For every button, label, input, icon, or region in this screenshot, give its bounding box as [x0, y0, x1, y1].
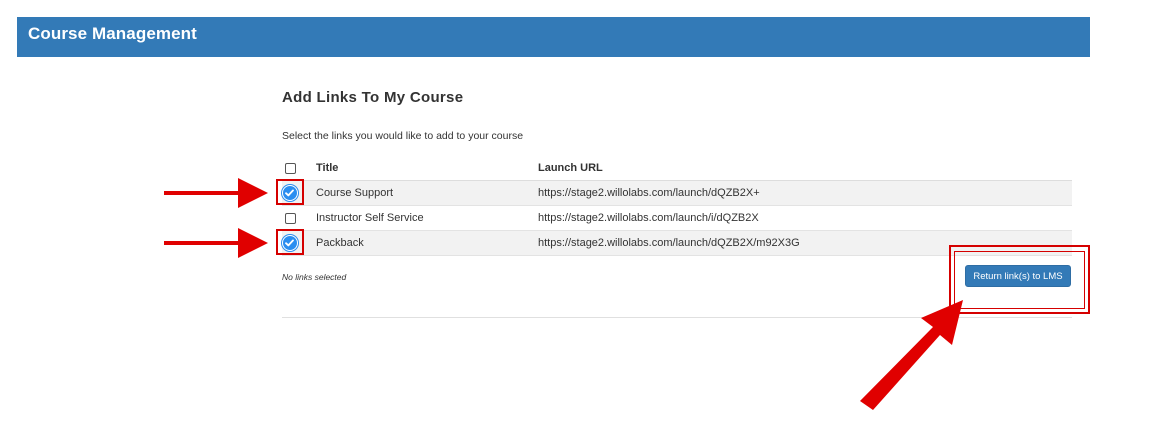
table-row[interactable]: Course Support https://stage2.willolabs.…: [282, 180, 1072, 206]
launch-url-column-header: Launch URL: [538, 156, 1072, 181]
checkbox-icon[interactable]: [285, 212, 296, 224]
app-title: Course Management: [28, 24, 197, 43]
row-launch-url: https://stage2.willolabs.com/launch/i/dQ…: [538, 212, 759, 224]
highlight-box-button-inner: [954, 251, 1085, 309]
links-table: Title Launch URL Course Support https://…: [282, 156, 1072, 256]
title-column-header: Title: [316, 156, 538, 181]
table-row[interactable]: Instructor Self Service https://stage2.w…: [282, 206, 1072, 231]
app-header: Course Management: [17, 17, 1090, 57]
highlight-box-row1: [276, 179, 304, 205]
arrow-icon: [164, 228, 268, 258]
select-all-checkbox[interactable]: [285, 162, 296, 174]
row-launch-url: https://stage2.willolabs.com/launch/dQZB…: [538, 187, 760, 199]
select-all-cell: [282, 156, 316, 181]
row-title: Instructor Self Service: [316, 212, 424, 224]
content-divider: [282, 317, 1072, 318]
table-header-row: Title Launch URL: [282, 156, 1072, 181]
highlight-box-row3: [276, 229, 304, 255]
instructions-text: Select the links you would like to add t…: [282, 130, 524, 142]
page-title: Add Links To My Course: [282, 89, 464, 106]
arrow-icon: [164, 178, 268, 208]
selection-status: No links selected: [282, 272, 347, 282]
row-title: Packback: [316, 237, 364, 249]
row-select-cell: [282, 206, 316, 231]
row-title: Course Support: [316, 187, 394, 199]
